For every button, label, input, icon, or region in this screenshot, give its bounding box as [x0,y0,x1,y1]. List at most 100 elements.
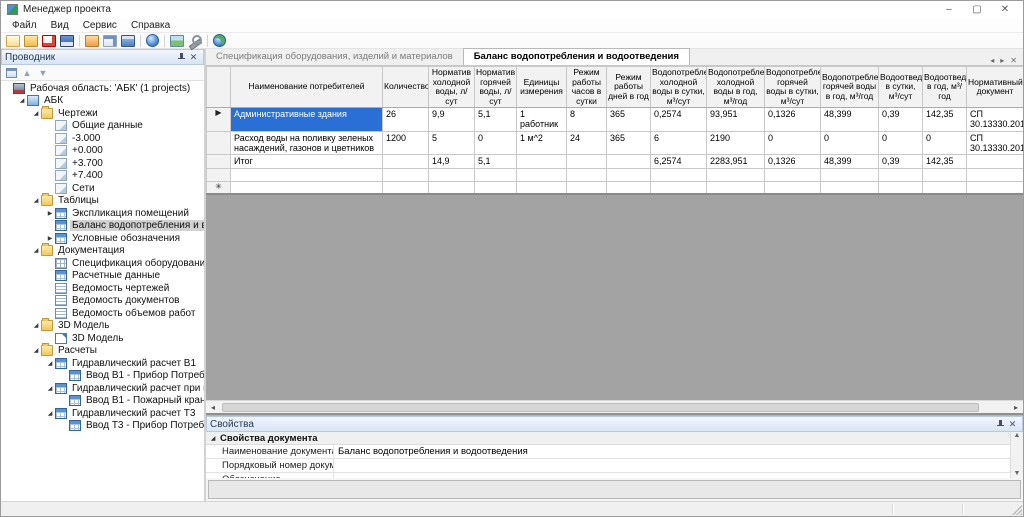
table-cell[interactable] [517,155,567,168]
table-cell[interactable]: СП 30.13330.2016 [967,108,1024,132]
print-icon[interactable] [121,35,135,47]
table-cell[interactable] [707,181,765,194]
table-cell[interactable] [429,181,475,194]
tree-item[interactable]: ◢Чертежи [1,107,204,120]
table-cell[interactable] [967,181,1024,194]
table-cell[interactable] [821,168,879,181]
tree-expander-icon[interactable]: ◢ [45,385,55,392]
table-cell[interactable] [231,181,383,194]
tree-expander-icon[interactable]: ▶ [45,235,55,242]
row-header[interactable]: ✳ [207,181,231,194]
table-cell[interactable]: 5,1 [475,108,517,132]
table-cell[interactable]: 0,39 [879,155,923,168]
table-cell[interactable] [765,168,821,181]
tree-expander-icon[interactable]: ◢ [31,110,41,117]
table-cell[interactable] [517,181,567,194]
tree-item[interactable]: ◢Гидравлический расчет Т3 [1,407,204,420]
property-row[interactable]: Наименование документаБаланс водопотребл… [206,445,1010,459]
minimize-button[interactable]: – [935,2,963,17]
table-cell[interactable] [567,168,607,181]
tree-expander-icon[interactable]: ◢ [31,322,41,329]
column-header[interactable]: Водопотребление горячей воды в сутки, м³… [765,67,821,108]
row-header[interactable] [207,131,231,155]
tree-expander-icon[interactable]: ◢ [31,247,41,254]
save-icon[interactable] [60,35,74,47]
table-cell[interactable]: 5,1 [475,155,517,168]
table-cell[interactable]: 93,951 [707,108,765,132]
table-cell[interactable]: Административные здания [231,108,383,132]
table-cell[interactable]: Итог [231,155,383,168]
properties-scrollbar[interactable]: ▲ ▼ [1010,432,1023,478]
table-cell[interactable]: 48,399 [821,108,879,132]
tree-item[interactable]: ▶Условные обозначения [1,232,204,245]
tree-item[interactable]: ◢Расчеты [1,345,204,358]
table-cell[interactable]: 9,9 [429,108,475,132]
table-cell[interactable] [651,181,707,194]
column-header[interactable]: Водопотребление холодной воды в сутки, м… [651,67,707,108]
close-panel-icon[interactable]: ✕ [1006,418,1019,431]
menu-item[interactable]: Сервис [76,19,124,32]
close-document-icon[interactable] [42,35,56,47]
property-label[interactable]: Наименование документа [206,445,334,458]
table-cell[interactable]: 0 [475,131,517,155]
table-cell[interactable] [651,168,707,181]
scroll-down-icon[interactable]: ▼ [1014,470,1021,478]
tree-item[interactable]: 3D Модель [1,332,204,345]
property-group-row[interactable]: ◢Свойства документа [206,432,1010,445]
table-cell[interactable]: 0 [821,131,879,155]
property-label[interactable]: Порядковый номер документа [206,459,334,472]
table-cell[interactable] [765,181,821,194]
table-cell[interactable]: 26 [383,108,429,132]
table-cell[interactable] [429,168,475,181]
table-cell[interactable]: 142,35 [923,155,967,168]
table-cell[interactable] [567,155,607,168]
table-cell[interactable]: 365 [607,131,651,155]
tree-item[interactable]: +3.700 [1,157,204,170]
property-value[interactable] [334,459,1010,472]
table-cell[interactable]: 0 [879,131,923,155]
table-cell[interactable] [607,181,651,194]
table-cell[interactable] [475,181,517,194]
table-cell[interactable]: 24 [567,131,607,155]
pin-icon[interactable] [174,51,187,64]
table-cell[interactable]: 1 м^2 [517,131,567,155]
open-project-icon[interactable] [24,35,38,47]
tree-item[interactable]: ◢Гидравлический расчет при пожаре [1,382,204,395]
column-header[interactable]: Нормативный документ [967,67,1024,108]
key-icon[interactable] [188,35,202,47]
row-header[interactable]: ▶ [207,108,231,132]
scroll-up-icon[interactable]: ▲ [1014,432,1021,440]
table-cell[interactable] [923,181,967,194]
tree-item[interactable]: Ведомость объемов работ [1,307,204,320]
tree-item[interactable]: Баланс водопотребления и водоотведения [1,220,204,233]
maximize-button[interactable]: ▢ [963,2,991,17]
property-value[interactable]: Баланс водопотребления и водоотведения [334,445,1010,458]
document-properties-icon[interactable] [103,35,117,47]
column-header[interactable]: Количество [383,67,429,108]
table-cell[interactable]: 0 [765,131,821,155]
table-cell[interactable] [475,168,517,181]
about-icon[interactable] [213,34,226,47]
tree-expander-icon[interactable]: ◢ [45,360,55,367]
close-tab-icon[interactable]: ✕ [1007,56,1020,65]
tree-expander-icon[interactable]: ◢ [17,97,27,104]
document-tab[interactable]: Баланс водопотребления и водоотведения [463,48,690,65]
column-header[interactable]: Режим работы дней в год [607,67,651,108]
property-row-clipped[interactable]: Обозначение [206,473,1010,478]
menu-item[interactable]: Файл [5,19,44,32]
scroll-left-icon[interactable]: ◂ [206,403,220,412]
table-cell[interactable] [967,168,1024,181]
tree-item[interactable]: Ведомость документов [1,295,204,308]
tree-item[interactable]: Сети [1,182,204,195]
document-tab[interactable]: Спецификация оборудования, изделий и мат… [206,49,463,65]
tree-expander-icon[interactable]: ◢ [31,197,41,204]
table-cell[interactable]: Расход воды на поливку зеленых насаждени… [231,131,383,155]
table-cell[interactable] [383,155,429,168]
column-header[interactable]: Наименование потребителей [231,67,383,108]
new-document-icon[interactable] [6,35,20,47]
column-header[interactable]: Водопотребление горячей воды в год, м³/г… [821,67,879,108]
table-cell[interactable] [821,181,879,194]
table-cell[interactable]: СП 30.13330.2016 [967,131,1024,155]
scrollbar-track[interactable] [220,402,1009,413]
table-cell[interactable]: 142,35 [923,108,967,132]
